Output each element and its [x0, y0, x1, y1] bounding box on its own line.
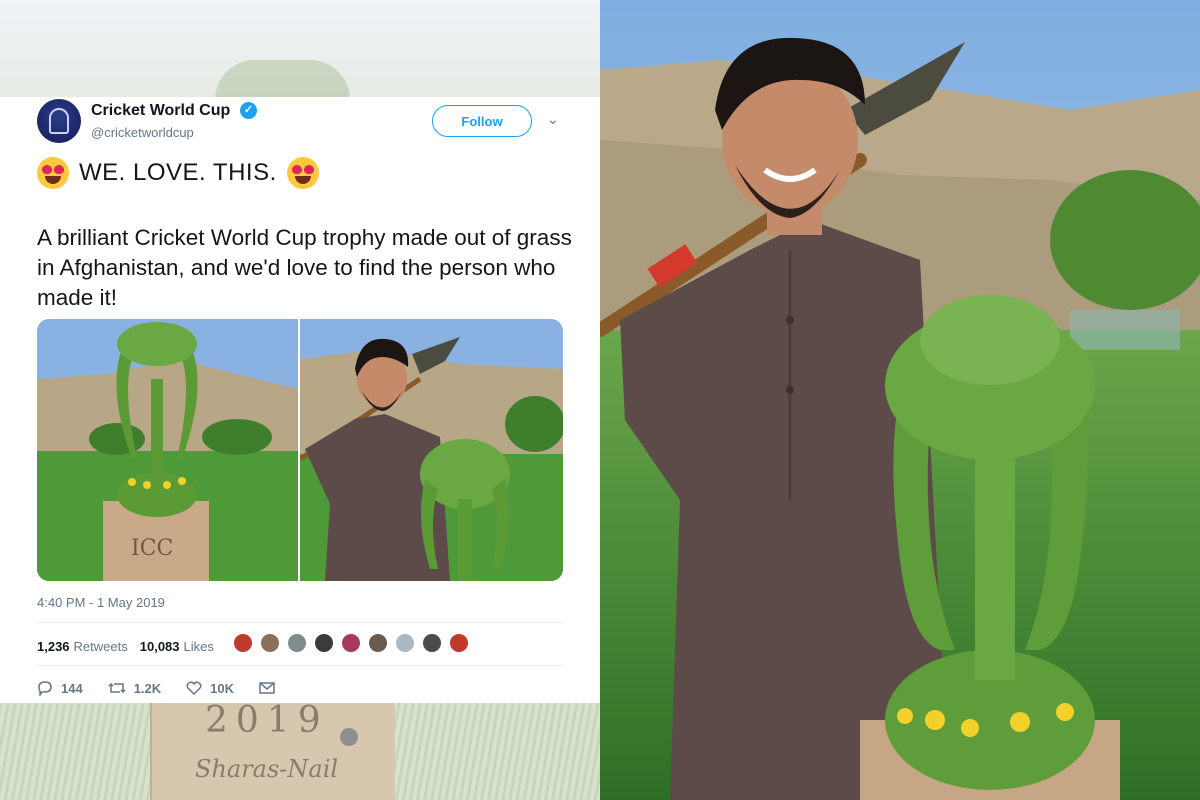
liker-avatars — [233, 633, 476, 653]
retweets-label: Retweets — [73, 638, 128, 654]
account-handle[interactable]: @cricketworldcup — [91, 125, 194, 140]
liker-avatar[interactable] — [422, 633, 442, 653]
like-button[interactable]: 10K — [186, 680, 234, 696]
retweet-count: 1.2K — [133, 680, 162, 696]
retweets-count: 1,236 — [37, 638, 70, 654]
cricket-world-cup-logo-icon — [49, 108, 69, 134]
divider — [37, 665, 563, 666]
divider — [37, 622, 563, 623]
background-trophy-top — [215, 60, 350, 100]
background-box-dot — [340, 728, 358, 746]
display-name[interactable]: Cricket World Cup — [91, 102, 230, 120]
chevron-down-icon[interactable]: ⌄ — [547, 111, 559, 128]
media-box-text: ICC — [131, 536, 173, 561]
likes-label: Likes — [183, 638, 214, 654]
verified-badge-icon: ✓ — [240, 102, 257, 119]
reply-icon — [38, 681, 52, 696]
background-box-year: 2019 — [205, 700, 329, 741]
heart-eyes-emoji-icon — [37, 157, 69, 189]
heart-eyes-emoji-icon — [286, 157, 319, 189]
retweet-icon — [108, 682, 126, 694]
background-box-signature: Sharas-Nail — [195, 755, 339, 783]
tweet-stats: 1,236 Retweets 10,083 Likes — [37, 636, 226, 656]
message-icon — [259, 682, 275, 694]
likes-stat[interactable]: 10,083 Likes — [140, 639, 214, 654]
liker-avatar[interactable] — [287, 633, 307, 653]
retweet-button[interactable]: 1.2K — [108, 680, 161, 696]
like-icon — [186, 681, 202, 696]
liker-avatar[interactable] — [233, 633, 253, 653]
like-count: 10K — [210, 680, 235, 696]
tweet-card: Cricket World Cup ✓ @cricketworldcup Fol… — [0, 97, 600, 703]
message-button[interactable] — [259, 681, 283, 695]
liker-avatar[interactable] — [314, 633, 334, 653]
follow-button[interactable]: Follow — [432, 105, 532, 137]
media-image-trophy[interactable]: ICC — [37, 319, 298, 581]
tweet-actions: 144 1.2K 10K — [37, 680, 308, 696]
tweet-media[interactable]: ICC — [37, 319, 563, 581]
media-image-man-with-trophy[interactable] — [300, 319, 563, 581]
liker-avatar[interactable] — [368, 633, 388, 653]
liker-avatar[interactable] — [449, 633, 469, 653]
tweet-headline: WE. LOVE. THIS. — [37, 155, 319, 191]
tweet-timestamp[interactable]: 4:40 PM - 1 May 2019 — [37, 595, 165, 610]
likes-count: 10,083 — [139, 638, 180, 654]
tweet-body: A brilliant Cricket World Cup trophy mad… — [37, 225, 572, 310]
liker-avatar[interactable] — [395, 633, 415, 653]
account-avatar[interactable] — [37, 99, 81, 143]
reply-count: 144 — [61, 680, 83, 696]
retweets-stat[interactable]: 1,236 Retweets — [37, 639, 128, 654]
liker-avatar[interactable] — [341, 633, 361, 653]
reply-button[interactable]: 144 — [37, 680, 83, 696]
liker-avatar[interactable] — [260, 633, 280, 653]
headline-text: WE. LOVE. THIS. — [79, 159, 277, 186]
main-photo — [600, 0, 1200, 800]
